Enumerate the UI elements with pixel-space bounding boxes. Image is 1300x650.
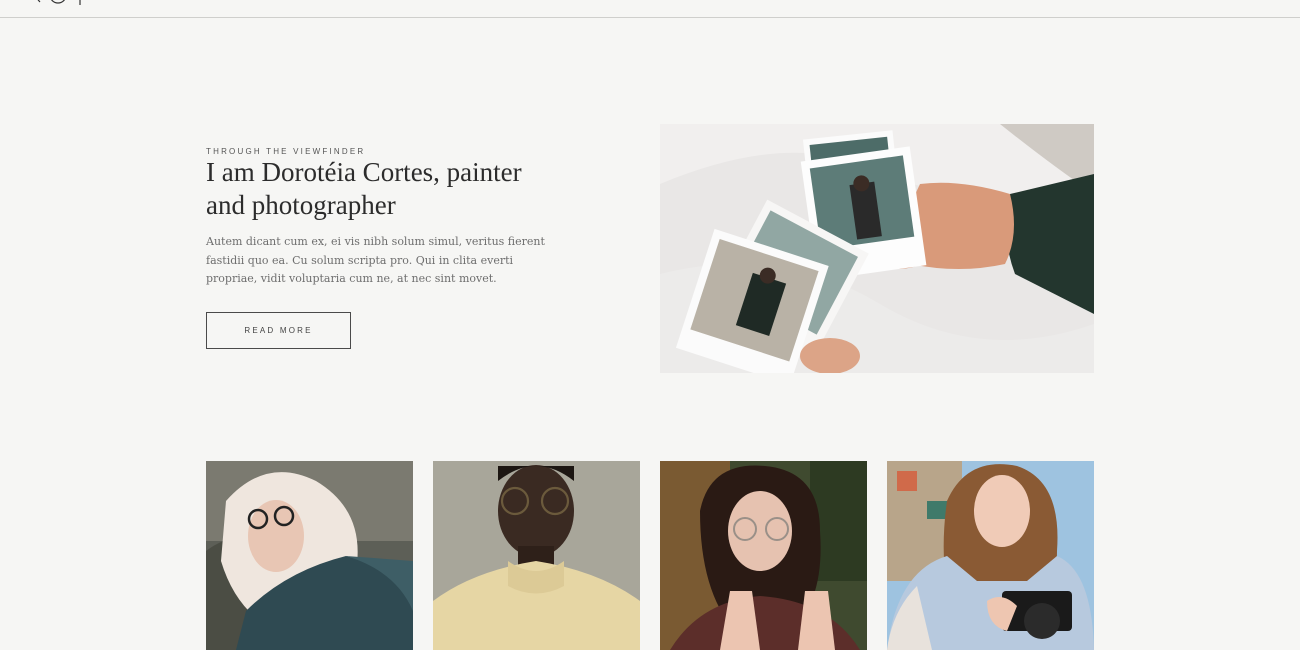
page: THROUGH THE VIEWFINDER I am Dorotéia Cor… [0,0,1300,650]
hero-body: Autem dicant cum ex, ei vis nibh solum s… [206,235,545,285]
site-header [0,0,1300,18]
gallery-item-1[interactable] [206,461,413,650]
gallery-item-3[interactable] [660,461,867,650]
gallery-item-2[interactable] [433,461,640,650]
monogram-logo-icon[interactable] [28,0,88,8]
hero-title: I am Dorotéia Cortes, painter and photog… [206,157,522,220]
read-more-button[interactable]: READ MORE [206,312,351,349]
hero-image [660,124,1094,373]
hero-eyebrow: THROUGH THE VIEWFINDER [206,147,366,156]
gallery-item-4[interactable] [887,461,1094,650]
